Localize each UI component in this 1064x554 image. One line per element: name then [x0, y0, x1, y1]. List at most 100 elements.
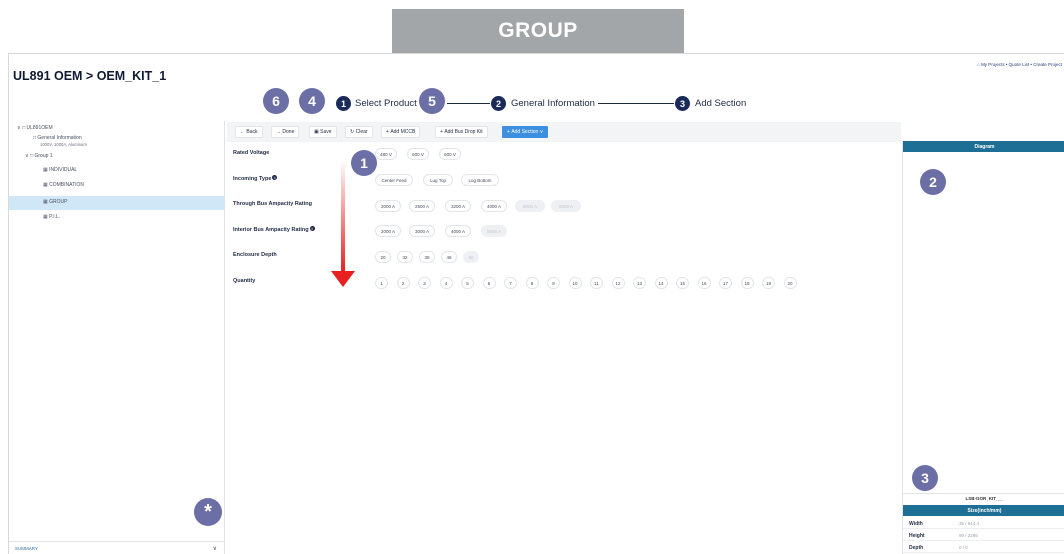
size-row-height: Height 90 / 2286 [903, 530, 1064, 541]
component-icon: ▦ [43, 199, 48, 205]
step-2-number[interactable]: 2 [491, 96, 506, 111]
step-3-number[interactable]: 3 [675, 96, 690, 111]
quantity-option[interactable]: 7 [504, 277, 517, 289]
step-2-label[interactable]: General Information [511, 98, 595, 109]
interior-bus-text: Interior Bus Ampacity Rating [233, 227, 309, 233]
diagram-panel: Diagram 2 3 LSB-GOR_KIT___ Size(inch/mm)… [902, 141, 1064, 554]
quantity-option[interactable]: 19 [762, 277, 775, 289]
interior-bus-option[interactable]: 2000 A [375, 225, 401, 237]
rated-voltage-option[interactable]: 600 V [439, 148, 461, 160]
quantity-option[interactable]: 9 [547, 277, 560, 289]
enclosure-depth-option[interactable]: 32 [397, 251, 413, 263]
quantity-option[interactable]: 6 [482, 277, 496, 289]
tree-general-info[interactable]: □ General Information [33, 135, 82, 141]
summary-toggle[interactable]: SUMMARY ∨ [9, 541, 225, 554]
tree-group-label: Group 1 [34, 153, 53, 159]
tree-root[interactable]: ∨ □ UL891OEM [17, 125, 53, 131]
through-bus-option[interactable]: 4000 A [481, 200, 507, 212]
top-links-text[interactable]: My Projects • Quote List • Create Projec… [981, 62, 1062, 67]
tree-item-group[interactable]: ▦ GROUP [43, 199, 67, 205]
callout-badge-6: 6 [263, 88, 289, 114]
quantity-option[interactable]: 10 [568, 277, 582, 289]
incoming-type-option[interactable]: Lug Bottom [461, 174, 499, 186]
enclosure-depth-option[interactable]: 20 [375, 251, 391, 263]
summary-label: SUMMARY [15, 546, 38, 551]
size-key: Depth [909, 545, 924, 551]
add-bus-drop-kit-button[interactable]: + Add Bus Drop Kit [435, 126, 488, 138]
clear-button[interactable]: ↻ Clear [345, 126, 373, 138]
done-button[interactable]: → Done [271, 126, 300, 138]
tree-item-label: GROUP [49, 199, 68, 205]
through-bus-option[interactable]: 2000 A [375, 200, 401, 212]
interior-bus-label: Interior Bus Ampacity Rating i [233, 226, 315, 233]
tree-item-label: INDIVIDUAL [49, 167, 78, 173]
quantity-option[interactable]: 3 [418, 277, 431, 289]
folder-icon: □ [22, 125, 26, 131]
tree-group[interactable]: ∨ □ Group 1 [25, 153, 53, 159]
enclosure-depth-option[interactable]: 48 [441, 251, 457, 263]
quantity-option[interactable]: 18 [740, 277, 754, 289]
add-mccb-button[interactable]: + Add MCCB [381, 126, 421, 138]
clear-label: Clear [355, 129, 368, 135]
back-button[interactable]: ← Back [235, 126, 263, 138]
size-value: 0 / 0 [959, 545, 968, 550]
tree-general-label: General Information [37, 135, 82, 141]
incoming-type-label: Incoming Type i [233, 175, 278, 182]
through-bus-option[interactable]: 3200 A [445, 200, 471, 212]
tree-item-individual[interactable]: ▦ INDIVIDUAL [43, 167, 77, 173]
rated-voltage-option[interactable]: 600 V [407, 148, 429, 160]
step-3-label[interactable]: Add Section [695, 98, 746, 109]
save-button[interactable]: ▣ Save [309, 126, 337, 138]
info-icon[interactable]: i [309, 226, 315, 231]
chevron-down-icon: ∨ [17, 125, 21, 131]
page-title: UL891 OEM > OEM_KIT_1 [13, 69, 167, 83]
quantity-option[interactable]: 14 [654, 277, 668, 289]
incoming-type-option[interactable]: Lug Top [423, 174, 453, 186]
info-icon[interactable]: i [272, 175, 278, 180]
callout-badge-4: 4 [299, 88, 325, 114]
callout-badge-3: 3 [912, 465, 938, 491]
quantity-option[interactable]: 2 [396, 277, 410, 289]
quantity-option[interactable]: 5 [461, 277, 474, 289]
quantity-option[interactable]: 20 [783, 277, 797, 289]
chevron-down-icon: ∨ [25, 153, 29, 159]
through-bus-option[interactable]: 2500 A [409, 200, 435, 212]
action-toolbar: ← Back → Done ▣ Save ↻ Clear + Add MCCB … [227, 122, 901, 142]
interior-bus-option[interactable]: 3000 A [409, 225, 435, 237]
incoming-type-option[interactable]: Center Feed [375, 174, 413, 186]
tree-item-pil[interactable]: ▦ P.I.L. [43, 214, 60, 220]
step-1-number[interactable]: 1 [336, 96, 351, 111]
component-icon: ▦ [43, 214, 48, 220]
quantity-option[interactable]: 16 [697, 277, 711, 289]
product-tree-sidebar: ∨ □ UL891OEM □ General Information 1000V… [9, 121, 225, 554]
rated-voltage-option[interactable]: 480 V [375, 148, 397, 160]
quantity-option[interactable]: 4 [439, 277, 453, 289]
quantity-option[interactable]: 1 [375, 277, 388, 289]
through-bus-option-disabled: 6000 A [551, 200, 581, 212]
configurator-window: UL891 OEM > OEM_KIT_1 ⌂ My Projects • Qu… [8, 53, 1064, 554]
add-section-button[interactable]: + Add Section ∨ [502, 126, 549, 138]
interior-bus-option-disabled: 5000 A [481, 225, 507, 237]
callout-badge-5: 5 [419, 88, 445, 114]
quantity-option[interactable]: 11 [590, 277, 603, 289]
interior-bus-option[interactable]: 4000 A [445, 225, 471, 237]
enclosure-depth-option[interactable]: 38 [419, 251, 435, 263]
top-nav-links[interactable]: ⌂ My Projects • Quote List • Create Proj… [977, 62, 1062, 67]
quantity-option[interactable]: 8 [525, 277, 539, 289]
component-icon: ▦ [43, 182, 48, 188]
save-label: Save [320, 129, 332, 135]
step-1-label[interactable]: Select Product [355, 98, 417, 109]
diagram-header: Diagram [903, 141, 1064, 152]
chevron-down-icon: ∨ [538, 129, 544, 135]
quantity-option[interactable]: 12 [611, 277, 625, 289]
size-value: 90 / 2286 [959, 533, 978, 538]
callout-badge-2: 2 [920, 169, 946, 195]
group-banner: GROUP [392, 9, 684, 53]
add-section-label: Add Section [511, 129, 539, 135]
tree-root-label: UL891OEM [26, 125, 53, 131]
tree-item-combination[interactable]: ▦ COMBINATION [43, 182, 84, 188]
quantity-option[interactable]: 15 [676, 277, 689, 289]
quantity-option[interactable]: 17 [719, 277, 732, 289]
quantity-option[interactable]: 13 [633, 277, 646, 289]
size-header: Size(inch/mm) [903, 505, 1064, 516]
